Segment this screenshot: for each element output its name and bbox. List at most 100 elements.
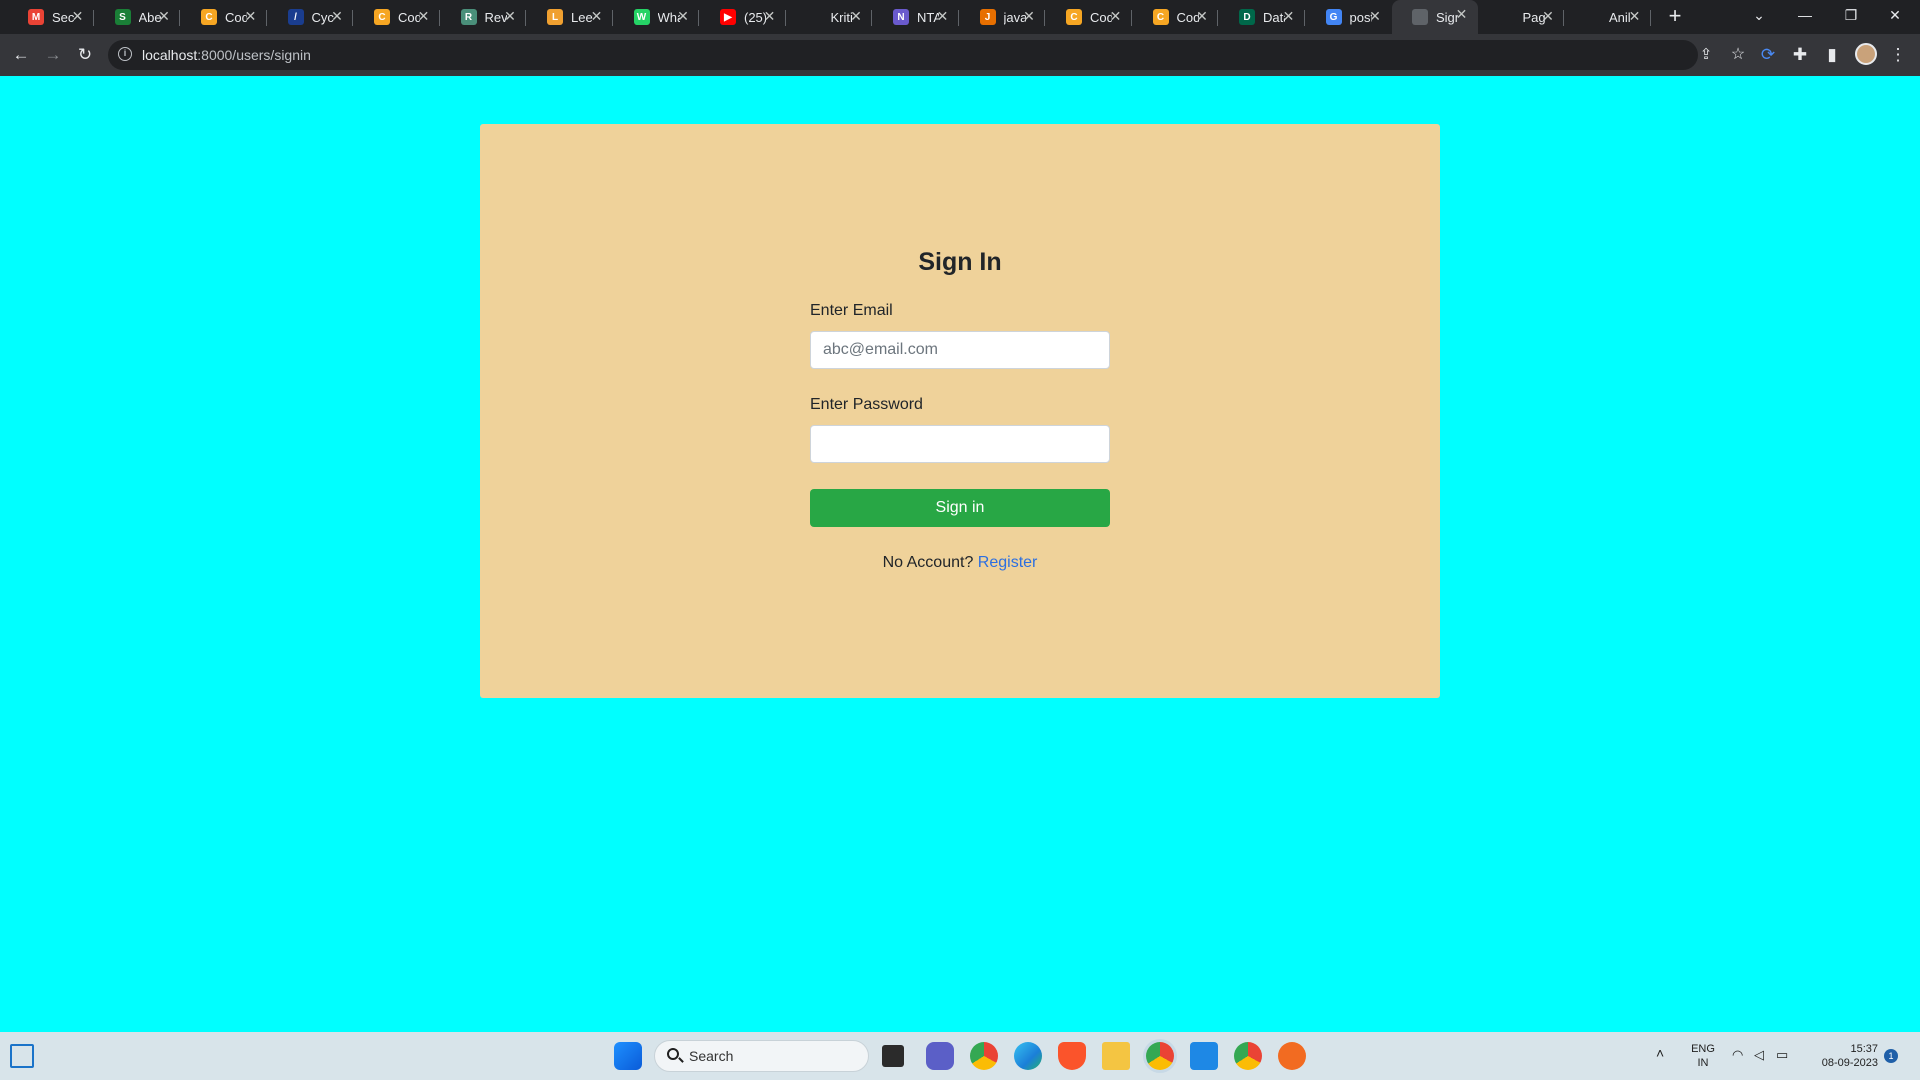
browser-tab[interactable]: LLeet✕: [527, 2, 613, 32]
no-account-text: No Account?: [882, 554, 974, 571]
browser-tab[interactable]: /Cycl✕: [268, 2, 353, 32]
tab-close-icon[interactable]: ✕: [935, 8, 951, 24]
tab-close-icon[interactable]: ✕: [1540, 8, 1556, 24]
clock[interactable]: 15:37 08-09-2023: [1806, 1042, 1878, 1070]
reload-icon[interactable]: ↻: [73, 43, 97, 67]
tab-favicon-icon: G: [1325, 9, 1342, 25]
browser-tab[interactable]: Jjava ✕: [960, 2, 1045, 32]
edge-icon[interactable]: [1014, 1042, 1042, 1070]
browser-tab[interactable]: N NTA ✕: [873, 2, 959, 32]
back-arrow-icon[interactable]: ←: [9, 43, 33, 67]
tab-favicon-icon: [1585, 9, 1601, 25]
email-label: Enter Email: [810, 302, 893, 319]
restore-button[interactable]: ❐: [1836, 4, 1866, 26]
tab-close-icon[interactable]: ✕: [502, 8, 518, 24]
browser-tab[interactable]: C Cod ✕: [1133, 2, 1218, 32]
register-link[interactable]: Register: [978, 554, 1038, 571]
side-panel-icon[interactable]: ▮: [1820, 43, 1844, 67]
browser-tab[interactable]: S Abe ✕: [95, 2, 180, 32]
tab-close-icon[interactable]: ✕: [1454, 6, 1470, 22]
browser-toolbar: ← → ↻ i localhost:8000/users/signin ⇪ ☆ …: [0, 34, 1920, 76]
extensions-puzzle-icon[interactable]: ✚: [1788, 43, 1812, 67]
share-icon[interactable]: ⇪: [1694, 43, 1718, 67]
menu-kebab-icon[interactable]: ⋮: [1886, 43, 1910, 67]
taskbar-search[interactable]: Search: [654, 1040, 869, 1072]
task-view-icon[interactable]: [882, 1045, 904, 1067]
site-info-icon[interactable]: i: [118, 47, 132, 61]
widgets-icon[interactable]: [10, 1044, 34, 1068]
tab-favicon-icon: C: [201, 9, 217, 25]
tab-favicon-icon: R: [460, 9, 477, 25]
tab-close-icon[interactable]: ✕: [675, 8, 691, 24]
taskbar-search-label: Search: [689, 1048, 734, 1064]
tab-close-icon[interactable]: ✕: [1367, 8, 1383, 24]
browser-tab[interactable]: Gpost✕: [1306, 2, 1392, 32]
bookmark-star-icon[interactable]: ☆: [1726, 43, 1750, 67]
browser-tab[interactable]: Pag ✕: [1479, 2, 1564, 32]
sign-in-button[interactable]: Sign in: [810, 489, 1110, 527]
tab-close-icon[interactable]: ✕: [243, 8, 259, 24]
tab-search-chevron-icon[interactable]: ⌄: [1744, 4, 1774, 26]
browser-tab[interactable]: Anil ✕: [1565, 2, 1651, 32]
browser-tab[interactable]: C Cod ✕: [1046, 2, 1132, 32]
browser-tab[interactable]: WWha✕: [614, 2, 699, 32]
tab-favicon-icon: C: [374, 9, 390, 25]
tab-separator: [525, 10, 526, 26]
browser-tab[interactable]: C Cod ✕: [181, 2, 267, 32]
email-field[interactable]: [810, 331, 1110, 369]
show-hidden-icons-chevron-icon[interactable]: ˄: [1656, 1046, 1664, 1060]
signin-card: Sign In Enter Email Enter Password Sign …: [480, 124, 1440, 698]
browser-tab[interactable]: RRevi✕: [441, 2, 526, 32]
tab-close-icon[interactable]: ✕: [70, 8, 86, 24]
chrome-profile-icon[interactable]: [1146, 1042, 1174, 1070]
tab-close-icon[interactable]: ✕: [329, 8, 345, 24]
file-explorer-icon[interactable]: [1102, 1042, 1130, 1070]
password-label: Enter Password: [810, 396, 923, 413]
postman-icon[interactable]: [1278, 1042, 1306, 1070]
tab-close-icon[interactable]: ✕: [1627, 8, 1643, 24]
chrome-alt-profile-icon[interactable]: [1234, 1042, 1262, 1070]
forward-arrow-icon[interactable]: →: [41, 43, 65, 67]
browser-tab[interactable]: MSecu✕: [8, 2, 94, 32]
browser-tab[interactable]: Kriti ✕: [787, 2, 872, 32]
tab-close-icon[interactable]: ✕: [1108, 8, 1124, 24]
volume-icon[interactable]: ◁: [1754, 1048, 1764, 1062]
browser-tab[interactable]: ▶ (25) ✕: [700, 2, 786, 32]
tab-close-icon[interactable]: ✕: [1194, 8, 1210, 24]
notification-badge[interactable]: 1: [1884, 1049, 1898, 1063]
teams-chat-icon[interactable]: [926, 1042, 954, 1070]
browser-tab[interactable]: DData✕: [1219, 2, 1305, 32]
wifi-icon[interactable]: ◠: [1732, 1048, 1743, 1062]
tab-separator: [92, 10, 94, 26]
tab-favicon-icon: [1412, 9, 1428, 25]
start-windows-icon[interactable]: [614, 1042, 642, 1070]
address-bar[interactable]: i localhost:8000/users/signin ⇪ ☆: [108, 40, 1745, 70]
windows-taskbar: Search ˄ ENG IN ◠ ◁ ▭ 15:37 08-09-2023 1: [0, 1032, 1920, 1080]
minimize-button[interactable]: —: [1790, 4, 1820, 26]
tab-close-icon[interactable]: ✕: [762, 8, 778, 24]
tab-favicon-icon: [806, 9, 823, 25]
tab-close-icon[interactable]: ✕: [416, 8, 432, 24]
browser-tab[interactable]: C Cod ✕: [354, 2, 440, 32]
url-path: :8000/users/signin: [197, 47, 311, 63]
language-indicator[interactable]: ENG IN: [1688, 1042, 1718, 1070]
tab-close-icon[interactable]: ✕: [1021, 8, 1037, 24]
tab-close-icon[interactable]: ✕: [1281, 8, 1297, 24]
password-field[interactable]: [810, 425, 1110, 463]
tab-favicon-icon: W: [633, 9, 650, 25]
tab-close-icon[interactable]: ✕: [589, 8, 605, 24]
tab-close-icon[interactable]: ✕: [156, 8, 172, 24]
close-window-button[interactable]: ✕: [1880, 4, 1910, 26]
sync-extension-icon[interactable]: ⟳: [1756, 43, 1780, 67]
no-account-row: No Account? Register: [480, 554, 1440, 572]
profile-avatar[interactable]: [1855, 43, 1877, 65]
vscode-icon[interactable]: [1190, 1042, 1218, 1070]
url-text[interactable]: localhost:8000/users/signin: [142, 47, 311, 63]
browser-tab[interactable]: Sign✕: [1392, 0, 1478, 34]
battery-icon[interactable]: ▭: [1776, 1048, 1788, 1062]
brave-icon[interactable]: [1058, 1042, 1086, 1070]
chrome-icon[interactable]: [970, 1042, 998, 1070]
tab-close-icon[interactable]: ✕: [848, 8, 864, 24]
new-tab-button[interactable]: +: [1663, 4, 1687, 28]
tab-favicon-icon: /: [287, 9, 304, 25]
